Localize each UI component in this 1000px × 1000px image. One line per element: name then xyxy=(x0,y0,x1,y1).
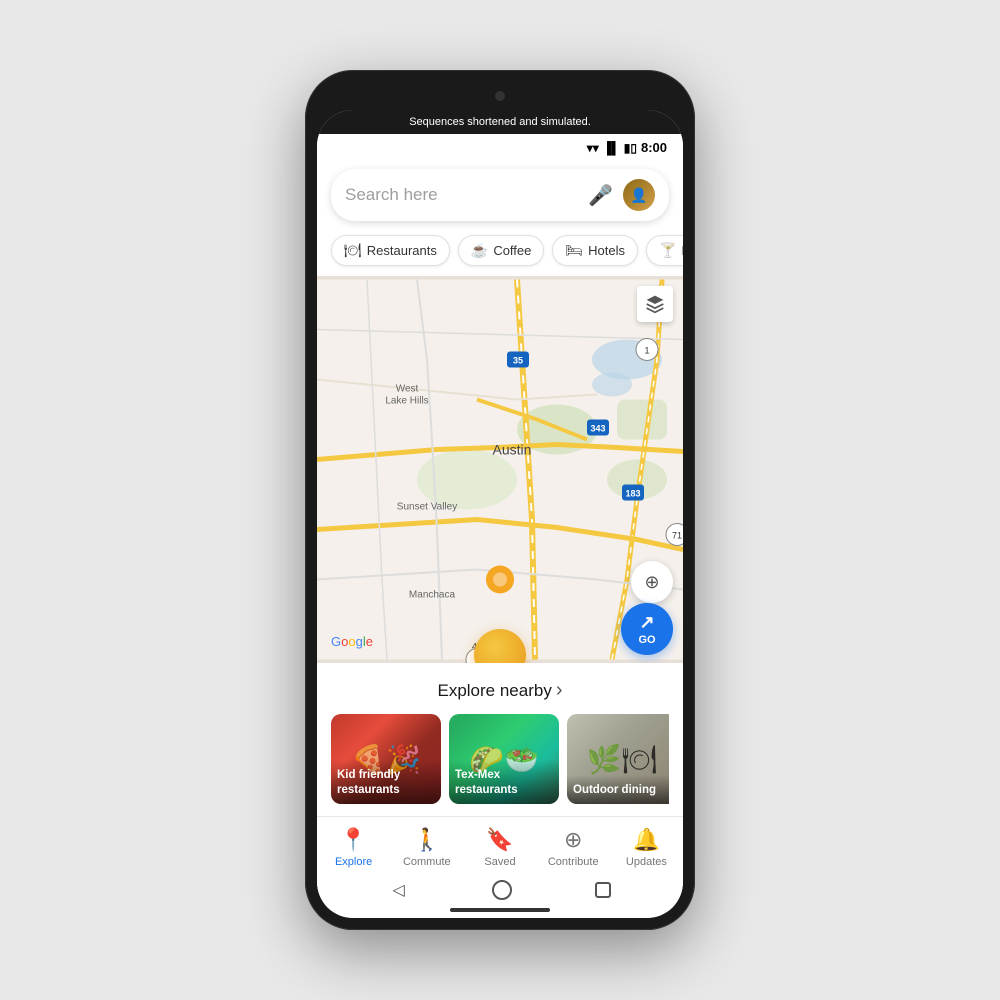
system-nav-area: ◁ xyxy=(317,874,683,918)
explore-title: Explore nearby xyxy=(437,681,551,701)
phone-notch xyxy=(317,82,683,110)
svg-text:71: 71 xyxy=(672,531,682,541)
explore-card-kid-friendly[interactable]: 🍕🎉 Kid friendly restaurants xyxy=(331,714,441,804)
commute-nav-icon: 🚶 xyxy=(413,827,440,853)
kid-friendly-label: Kid friendly restaurants xyxy=(337,768,435,798)
explore-cards: 🍕🎉 Kid friendly restaurants 🌮🥗 Tex-Mex r… xyxy=(331,714,669,808)
updates-nav-label: Updates xyxy=(626,856,667,868)
go-navigation-button[interactable]: ↗ GO xyxy=(621,603,673,655)
nav-saved[interactable]: 🔖 Saved xyxy=(463,825,536,870)
bars-icon: 🍸 xyxy=(659,242,676,259)
microphone-icon[interactable]: 🎤 xyxy=(588,183,613,208)
svg-text:35: 35 xyxy=(513,356,523,366)
location-icon: ⊕ xyxy=(644,572,659,593)
status-bar: ▾▾ ▐▌ ▮▯ 8:00 xyxy=(317,134,683,159)
explore-nav-icon: 📍 xyxy=(340,827,367,853)
pill-coffee[interactable]: ☕ Coffee xyxy=(458,235,545,266)
tex-mex-label: Tex-Mex restaurants xyxy=(455,768,553,798)
explore-nav-label: Explore xyxy=(335,856,372,868)
explore-card-outdoor[interactable]: 🌿🍽 Outdoor dining xyxy=(567,714,669,804)
sim-notification: Sequences shortened and simulated. xyxy=(317,110,683,134)
contribute-nav-label: Contribute xyxy=(548,856,599,868)
category-pills: 🍽 Restaurants ☕ Coffee 🛏 Hotels 🍸 Bars xyxy=(317,229,683,276)
phone-frame: Sequences shortened and simulated. ▾▾ ▐▌… xyxy=(305,70,695,930)
map-svg: 35 343 183 71 1 45 Austin West Lake Hill… xyxy=(317,276,683,663)
pill-coffee-label: Coffee xyxy=(493,243,531,258)
user-avatar[interactable]: 👤 xyxy=(623,179,655,211)
outdoor-overlay: Outdoor dining xyxy=(567,775,669,804)
recents-button[interactable] xyxy=(595,882,611,898)
svg-text:Sunset Valley: Sunset Valley xyxy=(397,502,457,513)
nav-contribute[interactable]: ⊕ Contribute xyxy=(537,825,610,870)
layers-icon xyxy=(645,294,665,314)
saved-nav-icon: 🔖 xyxy=(486,827,513,853)
avatar-img: 👤 xyxy=(630,187,647,204)
explore-more-icon[interactable]: › xyxy=(556,679,563,702)
phone-screen: Sequences shortened and simulated. ▾▾ ▐▌… xyxy=(317,110,683,918)
go-label: GO xyxy=(638,634,655,646)
svg-text:343: 343 xyxy=(590,424,605,434)
outdoor-label: Outdoor dining xyxy=(573,783,669,798)
status-icons: ▾▾ ▐▌ ▮▯ 8:00 xyxy=(587,140,667,155)
nav-explore[interactable]: 📍 Explore xyxy=(317,825,390,870)
status-time: 8:00 xyxy=(641,140,667,155)
hotels-icon: 🛏 xyxy=(565,242,583,259)
pill-bars[interactable]: 🍸 Bars xyxy=(646,235,683,266)
search-bar-container: Search here 🎤 👤 xyxy=(317,159,683,229)
explore-section: Explore nearby › 🍕🎉 Kid friendly restaur… xyxy=(317,663,683,816)
explore-card-tex-mex[interactable]: 🌮🥗 Tex-Mex restaurants xyxy=(449,714,559,804)
saved-nav-label: Saved xyxy=(484,856,515,868)
coffee-icon: ☕ xyxy=(471,242,488,259)
signal-icon: ▐▌ xyxy=(603,141,620,155)
bottom-nav: 📍 Explore 🚶 Commute 🔖 Saved ⊕ Contribute… xyxy=(317,816,683,874)
search-bar[interactable]: Search here 🎤 👤 xyxy=(331,169,669,221)
map-layers-button[interactable] xyxy=(637,286,673,322)
pill-bars-label: Bars xyxy=(681,243,683,258)
commute-nav-label: Commute xyxy=(403,856,451,868)
go-arrow-icon: ↗ xyxy=(639,612,654,633)
back-button[interactable]: ◁ xyxy=(389,880,409,900)
google-logo: Google xyxy=(331,634,373,649)
phone-camera xyxy=(495,91,505,101)
svg-text:Lake Hills: Lake Hills xyxy=(385,396,428,407)
search-placeholder: Search here xyxy=(345,185,578,205)
pill-restaurants-label: Restaurants xyxy=(367,243,437,258)
tex-mex-overlay: Tex-Mex restaurants xyxy=(449,760,559,804)
restaurants-icon: 🍽 xyxy=(344,242,362,259)
wifi-icon: ▾▾ xyxy=(587,141,599,155)
nav-commute[interactable]: 🚶 Commute xyxy=(390,825,463,870)
svg-text:Austin: Austin xyxy=(493,442,532,458)
pill-hotels[interactable]: 🛏 Hotels xyxy=(552,235,638,266)
pill-restaurants[interactable]: 🍽 Restaurants xyxy=(331,235,450,266)
system-nav-buttons: ◁ xyxy=(317,880,683,900)
contribute-nav-icon: ⊕ xyxy=(564,827,582,853)
kid-friendly-overlay: Kid friendly restaurants xyxy=(331,760,441,804)
svg-text:Manchaca: Manchaca xyxy=(409,590,456,601)
updates-nav-icon: 🔔 xyxy=(633,827,660,853)
my-location-button[interactable]: ⊕ xyxy=(631,561,673,603)
home-button[interactable] xyxy=(492,880,512,900)
svg-text:West: West xyxy=(396,384,419,395)
svg-text:1: 1 xyxy=(644,346,649,356)
map-area[interactable]: 35 343 183 71 1 45 Austin West Lake Hill… xyxy=(317,276,683,663)
nav-updates[interactable]: 🔔 Updates xyxy=(610,825,683,870)
pill-hotels-label: Hotels xyxy=(588,243,625,258)
battery-icon: ▮▯ xyxy=(624,141,637,155)
home-indicator-bar xyxy=(450,908,550,912)
explore-header: Explore nearby › xyxy=(331,679,669,702)
svg-text:183: 183 xyxy=(625,489,640,499)
